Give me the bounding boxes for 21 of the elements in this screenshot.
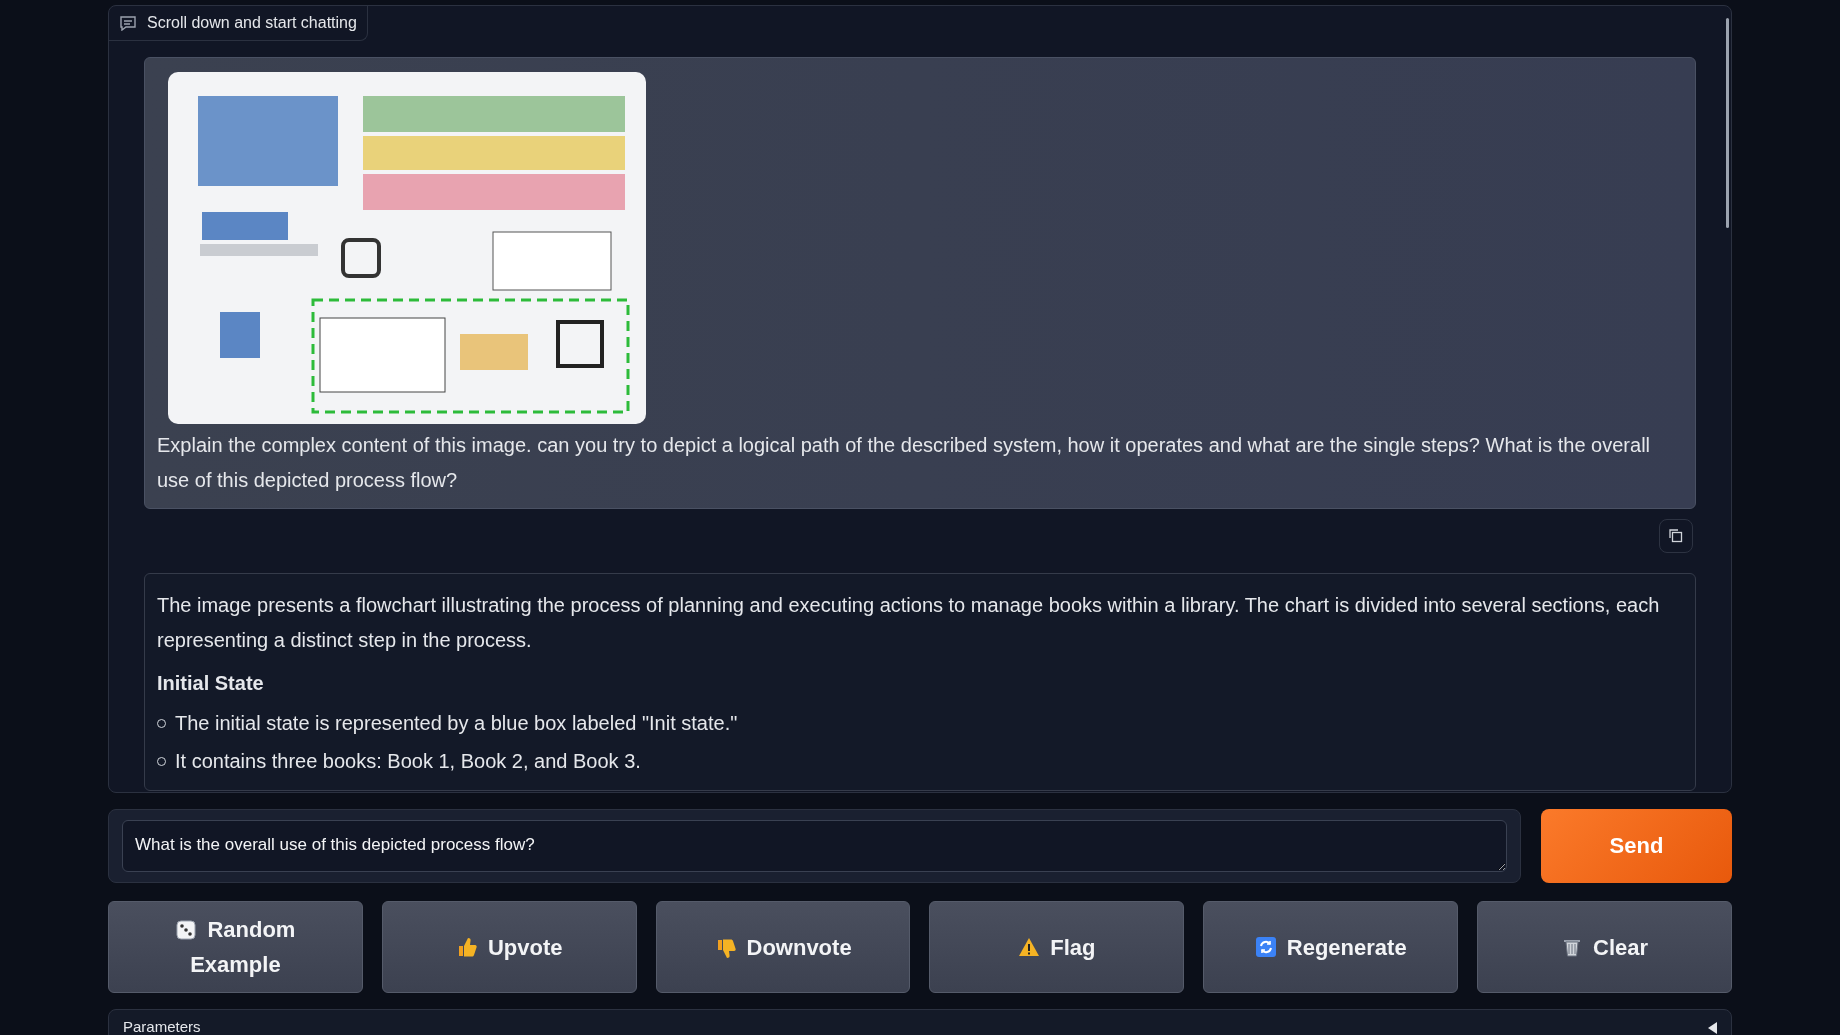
message-text: Explain the complex content of this image. can you try to depict a logical path of the described system, how it operates and what are the single steps? What is the overall use of this depicted process flow? — [157, 433, 1652, 493]
chat-icon — [119, 15, 137, 31]
section-heading: Initial State — [157, 671, 265, 696]
refresh-icon — [1254, 935, 1277, 958]
action-button[interactable]: Random Example — [108, 901, 363, 993]
list-item-text: It contains three books: Book 1, Book 2, and Book 3. — [175, 749, 641, 774]
copy-icon — [1668, 528, 1684, 544]
parameters-label: Parameters — [123, 1018, 201, 1035]
scrollbar-thumb[interactable] — [1726, 18, 1729, 228]
parameters-bar[interactable]: Parameters — [108, 1009, 1732, 1035]
copy-button[interactable] — [1659, 519, 1693, 553]
action-button[interactable]: Regenerate — [1203, 901, 1459, 993]
dice-icon — [175, 918, 198, 940]
action-button[interactable]: Downvote — [655, 901, 911, 993]
action-button[interactable]: Clear — [1477, 901, 1732, 993]
list-item-text: The initial state is represented by a blue box labeled "Init state." — [175, 711, 738, 736]
message-text: The image presents a flowchart illustrating the process of planning and executing actions to manage books within a library. The chart is divided into several sections, each representing a distinct step in the process. — [157, 593, 1661, 653]
action-button[interactable]: Upvote — [381, 901, 637, 993]
message-input[interactable]: What is the overall use of this depicted process flow? — [122, 820, 1507, 872]
action-button[interactable]: Flag — [929, 901, 1185, 993]
panel-label: Scroll down and start chatting — [147, 14, 357, 32]
